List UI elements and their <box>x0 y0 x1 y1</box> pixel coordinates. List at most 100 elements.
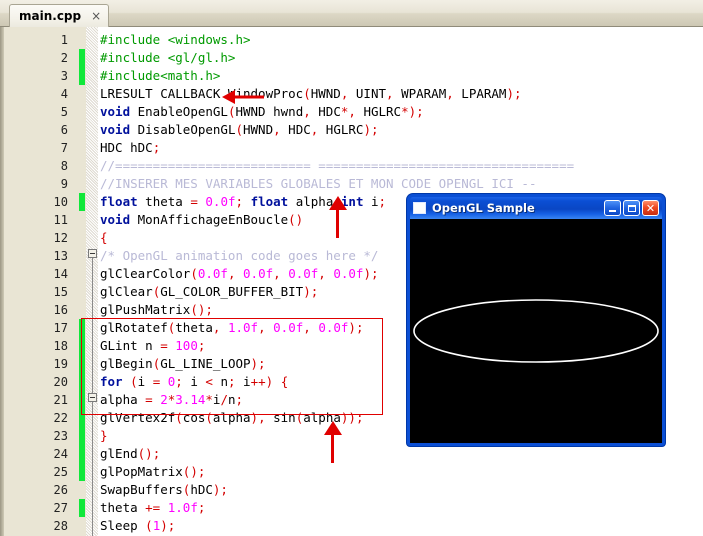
code-token: ( <box>235 122 243 137</box>
code-line[interactable]: LRESULT CALLBACK WindowProc(HWND, UINT, … <box>100 85 522 103</box>
code-line[interactable]: Sleep (1); <box>100 517 175 535</box>
line-number: 2 <box>60 51 68 65</box>
application-icon <box>413 202 426 214</box>
line-number: 25 <box>53 465 68 479</box>
maximize-glyph <box>627 204 636 212</box>
code-token: , <box>258 320 266 335</box>
code-token: for <box>100 374 123 389</box>
maximize-icon[interactable] <box>623 200 640 216</box>
opengl-sample-window[interactable]: OpenGL Sample ✕ <box>407 194 665 446</box>
code-line[interactable]: glClearColor(0.0f, 0.0f, 0.0f, 0.0f); <box>100 265 379 283</box>
ellipse-shape <box>413 299 659 363</box>
code-token: )); <box>340 410 364 425</box>
code-line[interactable]: /* OpenGL animation code goes here */ <box>100 247 378 265</box>
code-token: 2 <box>160 392 168 407</box>
code-token: glPushMatrix <box>100 302 191 317</box>
code-token: , <box>318 266 326 281</box>
code-token: += <box>145 500 161 515</box>
change-marker <box>79 391 85 409</box>
code-line[interactable]: glRotatef(theta, 1.0f, 0.0f, 0.0f); <box>100 319 363 337</box>
code-line[interactable]: glEnd(); <box>100 445 160 463</box>
code-token: { <box>280 374 289 389</box>
code-token: ( <box>303 86 311 101</box>
code-token: 0.0f <box>205 194 236 209</box>
code-line[interactable]: glPopMatrix(); <box>100 463 205 481</box>
window-controls: ✕ <box>604 200 659 216</box>
code-token: SwapBuffers <box>100 482 183 497</box>
code-token: HDC <box>310 104 341 119</box>
code-line[interactable]: void MonAffichageEnBoucle() <box>100 211 303 229</box>
code-line[interactable]: #include <windows.h> <box>100 31 251 49</box>
code-token: ); <box>363 122 379 137</box>
code-token: 100 <box>175 338 198 353</box>
tab-bar: main.cpp × <box>0 0 703 27</box>
line-number: 24 <box>53 447 68 461</box>
code-token: ); <box>506 86 522 101</box>
code-token: LPARAM <box>453 86 507 101</box>
change-marker <box>79 463 85 481</box>
code-line[interactable]: void DisableOpenGL(HWND, HDC, HGLRC); <box>100 121 379 139</box>
app-root: main.cpp × 1 #include <windows.h> 2 #includ… <box>0 0 703 536</box>
code-line[interactable]: //INSERER MES VARIABLES GLOBALES ET MON … <box>100 175 537 193</box>
code-line[interactable]: HDC hDC; <box>100 139 160 157</box>
code-token: ); <box>363 266 379 281</box>
code-line[interactable]: SwapBuffers(hDC); <box>100 481 228 499</box>
code-token: GLint n <box>100 338 161 353</box>
line-number: 4 <box>60 87 68 101</box>
code-line[interactable]: theta += 1.0f; <box>100 499 205 517</box>
code-line[interactable]: } <box>100 427 108 445</box>
line-number: 20 <box>53 375 68 389</box>
code-token: LRESULT CALLBACK WindowProc <box>100 86 304 101</box>
code-token: , <box>273 122 281 137</box>
change-marker <box>79 337 85 355</box>
fold-marker-line-12[interactable] <box>88 249 97 258</box>
opengl-window-titlebar[interactable]: OpenGL Sample ✕ <box>410 197 662 219</box>
code-line[interactable]: GLint n = 100; <box>100 337 205 355</box>
tab-main-cpp[interactable]: main.cpp × <box>9 4 110 27</box>
code-token: DisableOpenGL <box>130 122 236 137</box>
code-token: 0.0f <box>243 266 274 281</box>
code-token: glPopMatrix <box>100 464 183 479</box>
code-line[interactable]: glPushMatrix(); <box>100 301 213 319</box>
code-token: HGLRC <box>318 122 364 137</box>
minimize-glyph <box>609 209 616 212</box>
fold-marker-line-20[interactable] <box>88 393 97 402</box>
close-icon[interactable]: ✕ <box>642 200 659 216</box>
code-token: void <box>100 212 131 227</box>
code-token: ; <box>228 374 236 389</box>
code-token: glVertex2f <box>100 410 176 425</box>
code-token: /* OpenGL animation code goes here */ <box>100 248 379 263</box>
code-line[interactable]: void EnableOpenGL(HWND hwnd, HDC*, HGLRC… <box>100 103 424 121</box>
code-line[interactable]: { <box>100 229 108 247</box>
code-line[interactable]: glClear(GL_COLOR_BUFFER_BIT); <box>100 283 318 301</box>
code-line[interactable]: //========================== ===========… <box>100 157 574 175</box>
code-token: 1.0f <box>227 320 259 335</box>
code-token: () <box>288 212 304 227</box>
code-token: 0.0f <box>273 320 304 335</box>
change-marker <box>79 409 85 427</box>
change-marker <box>79 319 85 337</box>
code-token: HDC hDC <box>100 140 153 155</box>
code-line[interactable]: #include <gl/gl.h> <box>100 49 235 67</box>
code-token: = <box>145 392 153 407</box>
code-token: void <box>100 104 131 119</box>
code-line[interactable]: for (i = 0; i < n; i++) { <box>100 373 288 391</box>
code-line[interactable]: alpha = 2*3.14*i/n; <box>100 391 243 409</box>
line-number: 11 <box>53 213 68 227</box>
line-number: 21 <box>53 393 68 407</box>
close-icon[interactable]: × <box>91 10 101 22</box>
code-line[interactable]: #include<math.h> <box>100 67 220 85</box>
code-token: 1.0f <box>167 500 198 515</box>
code-line[interactable]: glBegin(GL_LINE_LOOP); <box>100 355 266 373</box>
minimize-icon[interactable] <box>604 200 621 216</box>
code-token: ; <box>197 500 206 515</box>
code-token: ( <box>145 518 153 533</box>
arrow-pointing-up-at-global-vars <box>329 196 347 238</box>
line-number: 26 <box>53 483 68 497</box>
code-token: , <box>303 104 311 119</box>
code-token: ( <box>130 374 138 389</box>
code-token: ; <box>235 194 244 209</box>
